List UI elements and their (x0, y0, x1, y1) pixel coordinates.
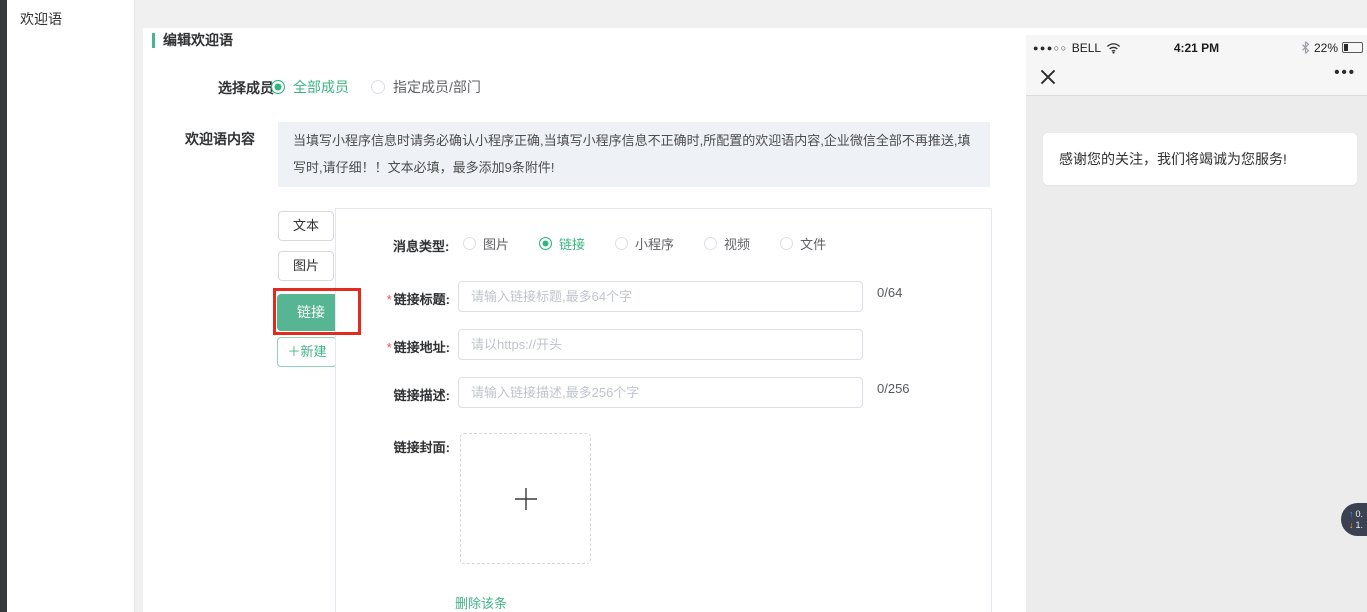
radio-label: 全部成员 (293, 77, 349, 97)
status-bar-right: 22% (1301, 41, 1363, 55)
upload-speed-value: 0. (1356, 509, 1364, 519)
delete-entry-link[interactable]: 删除该条 (455, 593, 507, 612)
link-cover-label: 链接封面: (370, 437, 450, 456)
battery-icon (1342, 42, 1363, 53)
message-type-label: 消息类型: (393, 236, 449, 255)
accent-bar (152, 33, 155, 48)
app-side-rail (0, 0, 7, 612)
page-title: 编辑欢迎语 (163, 30, 233, 50)
phone-header: ●●●○○ BELL 4:21 PM 22% (1026, 35, 1367, 96)
attachment-form-panel (335, 208, 992, 612)
sidebar-item-welcome-message[interactable]: 欢迎语 (7, 0, 134, 29)
radio-label: 小程序 (635, 234, 674, 253)
welcome-message-settings-page: 欢迎语 编辑欢迎语 选择成员 全部成员 指定成员/部门 欢迎语内容 当填写小程序… (0, 0, 1367, 612)
upload-arrow-icon: ↑ (1349, 509, 1354, 519)
plus-icon (512, 485, 540, 513)
phone-preview: ●●●○○ BELL 4:21 PM 22% (1026, 35, 1367, 612)
radio-selected-icon (271, 80, 285, 94)
battery-percent-label: 22% (1314, 41, 1338, 55)
radio-all-members[interactable]: 全部成员 (271, 77, 349, 97)
radio-label: 指定成员/部门 (393, 77, 481, 97)
radio-label: 文件 (800, 234, 826, 253)
radio-type-link[interactable]: 链接 (539, 234, 585, 253)
radio-type-image[interactable]: 图片 (463, 234, 509, 253)
required-asterisk: * (387, 340, 392, 355)
radio-label: 视频 (724, 234, 750, 253)
radio-unselected-icon (780, 237, 793, 250)
link-title-counter: 0/64 (877, 285, 902, 300)
link-desc-counter: 0/256 (877, 381, 910, 396)
section-header: 编辑欢迎语 (152, 30, 233, 50)
download-arrow-icon: ↓ (1349, 520, 1354, 530)
add-attachment-button[interactable]: ＋新建 (277, 337, 337, 367)
sidebar: 欢迎语 (7, 0, 135, 612)
radio-unselected-icon (371, 80, 385, 94)
more-menu-icon: ••• (1334, 64, 1356, 81)
field-label-text: 链接封面: (394, 440, 450, 455)
member-select-label: 选择成员 (218, 78, 274, 98)
radio-unselected-icon (463, 237, 476, 250)
field-label-text: 链接标题: (394, 292, 450, 307)
close-icon (1039, 68, 1057, 86)
radio-unselected-icon (704, 237, 717, 250)
tab-text[interactable]: 文本 (278, 211, 334, 241)
radio-specified-members[interactable]: 指定成员/部门 (371, 77, 481, 97)
link-desc-label: 链接描述: (370, 385, 450, 404)
tab-image[interactable]: 图片 (278, 251, 334, 281)
message-type-options: 图片 链接 小程序 视频 文件 (463, 234, 826, 253)
link-desc-input[interactable] (458, 377, 863, 408)
cover-upload-box[interactable] (460, 433, 591, 564)
required-asterisk: * (387, 292, 392, 307)
link-title-input[interactable] (458, 281, 863, 312)
field-label-text: 链接地址: (394, 340, 450, 355)
download-speed-value: 1. (1356, 520, 1364, 530)
notice-box: 当填写小程序信息时请务必确认小程序正确,当填写小程序信息不正确时,所配置的欢迎语… (278, 122, 990, 187)
bluetooth-icon (1301, 41, 1310, 54)
link-title-label: *链接标题: (370, 289, 450, 308)
message-bubble: 感谢您的关注，我们将竭诚为您服务! (1043, 133, 1357, 185)
radio-type-video[interactable]: 视频 (704, 234, 750, 253)
net-speed-widget[interactable]: ↑ 0. ↓ 1. (1341, 503, 1367, 536)
phone-toolbar: ••• (1026, 60, 1367, 95)
welcome-content-label: 欢迎语内容 (185, 129, 255, 149)
radio-unselected-icon (615, 237, 628, 250)
radio-label: 链接 (559, 234, 585, 253)
phone-status-bar: ●●●○○ BELL 4:21 PM 22% (1026, 35, 1367, 60)
radio-type-miniprogram[interactable]: 小程序 (615, 234, 674, 253)
link-url-input[interactable] (458, 329, 863, 360)
radio-selected-icon (539, 237, 552, 250)
field-label-text: 链接描述: (394, 388, 450, 403)
link-url-label: *链接地址: (370, 337, 450, 356)
radio-label: 图片 (483, 234, 509, 253)
radio-type-file[interactable]: 文件 (780, 234, 826, 253)
